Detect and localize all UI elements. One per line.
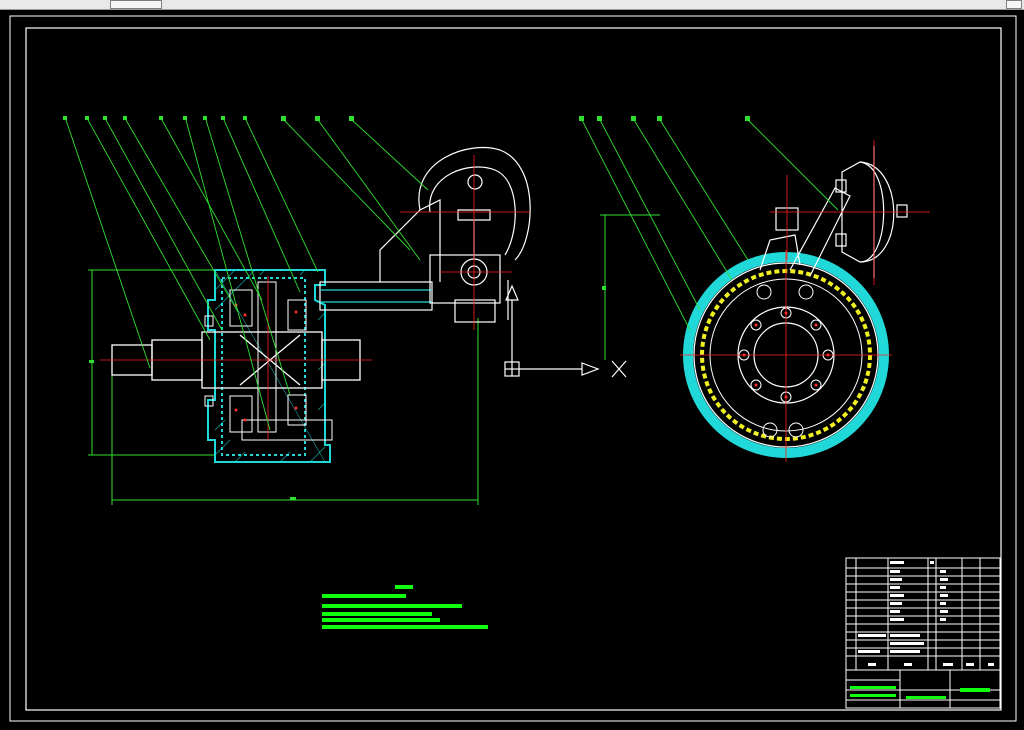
centerlines-right bbox=[680, 140, 930, 462]
right-balloons bbox=[579, 116, 750, 121]
right-dimension-text bbox=[602, 286, 606, 290]
technical-requirements bbox=[322, 585, 488, 629]
title-block bbox=[845, 557, 1001, 709]
dimension-text-height bbox=[89, 360, 94, 363]
cad-drawing-canvas[interactable] bbox=[0, 10, 1024, 730]
dimension-text-length bbox=[290, 497, 296, 500]
window-control-button[interactable] bbox=[1006, 0, 1022, 9]
tech-req-heading bbox=[395, 585, 413, 589]
tech-req-line bbox=[322, 612, 432, 616]
left-section-view bbox=[63, 116, 627, 505]
window-top-strip bbox=[0, 0, 1024, 10]
parts-list-text bbox=[858, 561, 994, 666]
tech-req-line bbox=[322, 604, 462, 608]
title-block-green-text bbox=[850, 686, 990, 699]
leader-lines-left bbox=[65, 119, 429, 431]
tech-req-line bbox=[322, 625, 488, 629]
tech-req-line bbox=[322, 594, 406, 598]
section-cross-icon bbox=[504, 284, 520, 377]
push-rod bbox=[319, 281, 433, 311]
arrow-icon bbox=[519, 360, 627, 378]
right-drum-view bbox=[579, 116, 930, 462]
tech-req-line bbox=[322, 618, 440, 622]
toolbar-tab[interactable] bbox=[110, 0, 162, 9]
right-dimension bbox=[600, 214, 660, 360]
parts-list-grid bbox=[845, 557, 1001, 709]
